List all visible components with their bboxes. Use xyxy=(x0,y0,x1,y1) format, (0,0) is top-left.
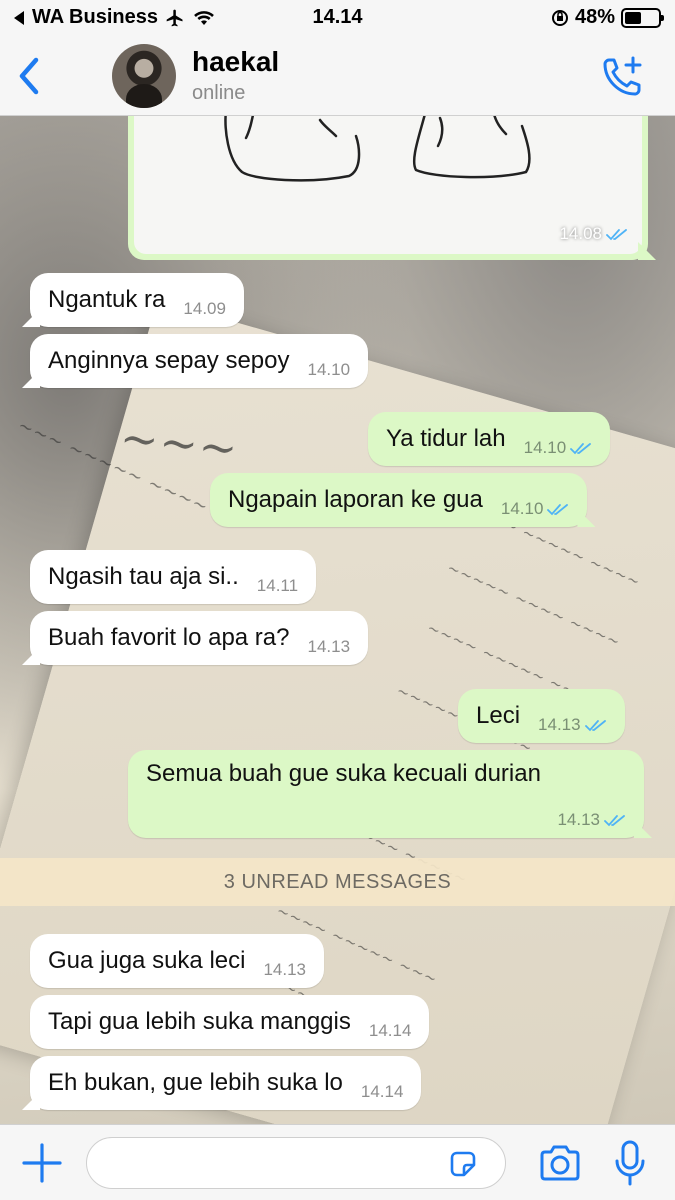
message-time: 14.14 xyxy=(369,1021,412,1041)
message-input-bar xyxy=(0,1124,675,1200)
double-check-icon xyxy=(604,814,625,826)
message-time-label: 14.14 xyxy=(360,1082,404,1101)
message-text: Semua buah gue suka kecuali durian xyxy=(146,760,541,787)
unread-messages-banner: 3 UNREAD MESSAGES xyxy=(0,858,675,906)
orientation-lock-icon xyxy=(551,9,568,26)
contact-status: online xyxy=(192,82,246,104)
message-time: 14.09 xyxy=(183,299,226,319)
sticker-icon[interactable] xyxy=(448,1149,478,1179)
battery-icon xyxy=(621,7,664,28)
message-input[interactable] xyxy=(86,1137,506,1189)
message-time-label: 14.10 xyxy=(500,499,544,518)
status-bar: WA Business 14.14 48% xyxy=(0,0,675,36)
message-text: Anginnya sepay sepoy xyxy=(48,347,290,374)
double-check-icon xyxy=(584,719,606,731)
message-time: 14.13 xyxy=(538,715,607,735)
message-time-label: 14.13 xyxy=(538,715,581,734)
message-time-label: 14.13 xyxy=(307,637,351,656)
plus-icon[interactable] xyxy=(20,1141,64,1185)
message-text: Eh bukan, gue lebih suka lo xyxy=(48,1069,343,1096)
microphone-icon[interactable] xyxy=(612,1139,648,1187)
message-time: 14.13 xyxy=(263,960,306,980)
unread-messages-label: 3 UNREAD MESSAGES xyxy=(223,870,452,893)
message-bubble-incoming[interactable]: Eh bukan, gue lebih suka lo 14.14 xyxy=(30,1056,422,1110)
message-bubble-outgoing[interactable]: Ngapain laporan ke gua 14.10 xyxy=(210,473,588,527)
message-bubble-incoming[interactable]: Anginnya sepay sepoy 14.10 xyxy=(30,334,369,388)
chat-header: haekal online xyxy=(0,36,675,116)
message-time: 14.11 xyxy=(257,576,298,596)
contact-name[interactable]: haekal xyxy=(192,46,279,78)
message-time-label: 14.14 xyxy=(368,1021,412,1040)
double-check-icon xyxy=(606,228,627,240)
message-time-label: 14.10 xyxy=(307,360,351,379)
message-text: Gua juga suka leci xyxy=(48,947,246,974)
message-text: Buah favorit lo apa ra? xyxy=(48,624,290,651)
chat-area[interactable]: ~~~ ~~~~~ ~~~~ ~~~ ~~~~ ~~~~~ ~~~~ ~~~~~… xyxy=(0,116,675,1124)
image-message-time-label: 14.08 xyxy=(559,224,602,243)
message-bubble-incoming[interactable]: Ngasih tau aja si.. 14.11 xyxy=(30,550,317,604)
double-check-icon xyxy=(547,503,569,515)
avatar[interactable] xyxy=(112,44,176,108)
image-attachment[interactable]: 14.08 xyxy=(134,116,642,254)
message-time: 14.10 xyxy=(524,438,593,458)
message-text: Ya tidur lah xyxy=(386,425,506,452)
message-text: Ngasih tau aja si.. xyxy=(48,563,239,590)
image-message[interactable]: 14.08 xyxy=(128,116,648,260)
message-bubble-outgoing[interactable]: Leci 14.13 xyxy=(458,689,625,743)
message-time-label: 14.13 xyxy=(263,960,306,979)
message-time-label: 14.13 xyxy=(557,810,600,829)
message-time: 14.10 xyxy=(308,360,351,380)
message-bubble-incoming[interactable]: Tapi gua lebih suka manggis 14.14 xyxy=(30,995,430,1049)
message-bubble-incoming[interactable]: Ngantuk ra 14.09 xyxy=(30,273,244,327)
message-text: Leci xyxy=(476,702,521,729)
message-time-label: 14.11 xyxy=(256,576,299,595)
message-bubble-outgoing[interactable]: Ya tidur lah 14.10 xyxy=(368,412,611,466)
message-bubble-incoming[interactable]: Buah favorit lo apa ra? 14.13 xyxy=(30,611,369,665)
message-bubble-incoming[interactable]: Gua juga suka leci 14.13 xyxy=(30,934,324,988)
message-time: 14.14 xyxy=(361,1082,404,1102)
message-text: Ngantuk ra xyxy=(48,286,166,313)
status-bar-right: 48% xyxy=(551,6,664,29)
message-time-label: 14.09 xyxy=(183,299,226,318)
back-chevron-icon[interactable] xyxy=(14,54,44,98)
camera-icon[interactable] xyxy=(538,1143,582,1183)
message-text: Ngapain laporan ke gua xyxy=(228,486,483,513)
message-time: 14.10 xyxy=(501,499,570,519)
message-bubble-outgoing[interactable]: Semua buah gue suka kecuali durian 14.13 xyxy=(128,750,644,838)
message-time: 14.13 xyxy=(308,637,351,657)
message-time: 14.13 xyxy=(557,810,626,830)
message-time-label: 14.10 xyxy=(523,438,567,457)
message-text: Tapi gua lebih suka manggis xyxy=(48,1008,351,1035)
double-check-icon xyxy=(570,442,592,454)
battery-percent: 48% xyxy=(574,6,615,28)
image-message-time: 14.08 xyxy=(559,224,628,244)
add-call-icon[interactable] xyxy=(601,54,645,98)
